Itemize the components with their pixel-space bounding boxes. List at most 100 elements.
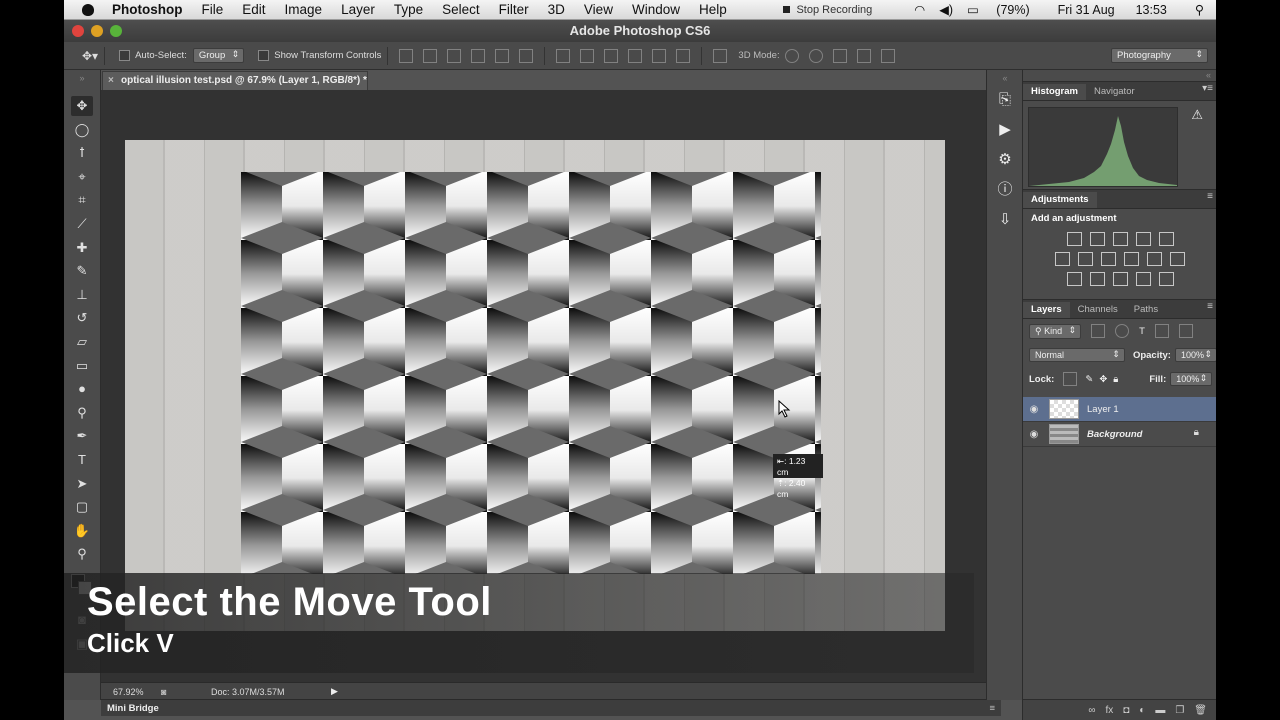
show-transform-checkbox[interactable] [258, 50, 270, 61]
photo-filter-icon[interactable] [1124, 252, 1139, 266]
dodge-tool-icon[interactable]: ⚲ [71, 403, 93, 423]
close-document-icon[interactable]: × [108, 72, 114, 90]
brush-presets-panel-icon[interactable]: ⚙ [995, 150, 1015, 170]
filter-adjustment-icon[interactable] [1115, 324, 1130, 338]
zoom-window-button[interactable] [110, 25, 122, 37]
lock-position-icon[interactable]: ✥ [1099, 374, 1107, 385]
color-lookup-icon[interactable] [1170, 252, 1185, 266]
move-tool-preset-icon[interactable]: ✥▾ [82, 49, 98, 63]
menu-help[interactable]: Help [699, 2, 727, 17]
new-group-icon[interactable]: ▬ [1155, 705, 1165, 716]
visibility-eye-icon[interactable]: ◉ [1023, 429, 1045, 440]
delete-layer-icon[interactable]: 🗑︎ [1194, 705, 1207, 716]
menu-filter[interactable]: Filter [499, 2, 529, 17]
distribute-left-icon[interactable] [628, 48, 643, 63]
apple-icon[interactable] [80, 2, 98, 17]
actions-panel-icon[interactable]: ▶ [995, 120, 1015, 140]
layer-name[interactable]: Layer 1 [1087, 404, 1119, 415]
layer-row-background[interactable]: ◉ Background 🔒︎ [1023, 422, 1216, 447]
marquee-tool-icon[interactable]: ◯ [71, 120, 93, 140]
pen-tool-icon[interactable]: ✒ [71, 426, 93, 446]
vibrance-icon[interactable] [1158, 232, 1174, 246]
align-bottom-icon[interactable] [447, 48, 462, 63]
blend-mode-dropdown[interactable]: Normal [1029, 348, 1125, 362]
right-dock-grip[interactable]: « [1023, 70, 1216, 81]
layer-style-icon[interactable]: fx [1105, 705, 1113, 716]
document-tab[interactable]: × optical illusion test.psd @ 67.9% (Lay… [102, 71, 368, 90]
selective-color-icon[interactable] [1158, 272, 1174, 286]
eraser-tool-icon[interactable]: ▱ [71, 332, 93, 352]
zoom-level[interactable]: 67.92% [113, 687, 161, 697]
distribute-top-icon[interactable] [556, 48, 571, 63]
menu-3d[interactable]: 3D [548, 2, 565, 17]
shape-tool-icon[interactable]: ▢ [71, 497, 93, 517]
layer-name[interactable]: Background [1087, 429, 1142, 440]
menu-type[interactable]: Type [394, 2, 423, 17]
3d-scale-icon[interactable] [880, 48, 895, 63]
adjustments-panel-menu-icon[interactable]: ≡ [1207, 191, 1213, 202]
distribute-vcenter-icon[interactable] [580, 48, 595, 63]
menu-file[interactable]: File [202, 2, 224, 17]
mini-bridge-tab[interactable]: Mini Bridge ≡ [101, 699, 1001, 716]
3d-slide-icon[interactable] [856, 48, 871, 63]
history-brush-tool-icon[interactable]: ↺ [71, 308, 93, 328]
fill-input[interactable]: 100% [1170, 372, 1213, 386]
wifi-icon[interactable]: ◠ [914, 2, 925, 17]
status-options-icon[interactable]: ◙ [161, 687, 175, 697]
gradient-map-icon[interactable] [1135, 272, 1151, 286]
auto-align-icon[interactable] [713, 48, 728, 63]
exposure-icon[interactable] [1135, 232, 1151, 246]
tab-layers[interactable]: Layers [1023, 302, 1070, 318]
menu-image[interactable]: Image [285, 2, 323, 17]
layer-comps-panel-icon[interactable]: ⇩ [995, 210, 1015, 230]
color-balance-icon[interactable] [1078, 252, 1093, 266]
menu-app-name[interactable]: Photoshop [112, 2, 183, 17]
layers-panel-menu-icon[interactable]: ≡ [1207, 301, 1213, 312]
auto-select-dropdown[interactable]: Group [192, 48, 245, 63]
auto-select-checkbox[interactable] [119, 50, 131, 61]
tab-adjustments[interactable]: Adjustments [1023, 192, 1097, 208]
menu-layer[interactable]: Layer [341, 2, 375, 17]
visibility-eye-icon[interactable]: ◉ [1023, 404, 1045, 415]
clock[interactable]: Fri 31 Aug 13:53 [1058, 3, 1181, 17]
type-tool-icon[interactable]: T [71, 450, 93, 470]
volume-icon[interactable]: ◀) [939, 2, 953, 17]
gradient-tool-icon[interactable]: ▭ [71, 356, 93, 376]
tab-paths[interactable]: Paths [1126, 302, 1166, 318]
curves-icon[interactable] [1112, 232, 1128, 246]
image-canvas[interactable] [125, 140, 945, 631]
layer-row-layer-1[interactable]: ◉ Layer 1 [1023, 397, 1216, 422]
tab-histogram[interactable]: Histogram [1023, 84, 1086, 100]
3d-rotate-icon[interactable] [784, 48, 799, 63]
tab-navigator[interactable]: Navigator [1086, 84, 1143, 100]
tools-panel-grip[interactable]: » [64, 70, 100, 96]
layer-kind-filter-dropdown[interactable]: ⚲ Kind [1029, 323, 1082, 339]
dock-grip[interactable]: « [987, 70, 1023, 84]
tab-channels[interactable]: Channels [1070, 302, 1126, 318]
align-top-icon[interactable] [399, 48, 414, 63]
minimize-window-button[interactable] [91, 25, 103, 37]
move-tool-icon[interactable]: ✥ [71, 96, 93, 116]
distribute-right-icon[interactable] [676, 48, 691, 63]
hand-tool-icon[interactable]: ✋ [71, 521, 93, 541]
brush-tool-icon[interactable]: ✎ [71, 261, 93, 281]
workspace-dropdown[interactable]: Photography [1111, 48, 1208, 63]
menu-edit[interactable]: Edit [242, 2, 265, 17]
filter-type-icon[interactable]: T [1139, 326, 1145, 337]
path-selection-tool-icon[interactable]: ➤ [71, 474, 93, 494]
status-menu-arrow-icon[interactable]: ▶ [331, 686, 338, 697]
close-window-button[interactable] [72, 25, 84, 37]
3d-roll-icon[interactable] [808, 48, 823, 63]
crop-tool-icon[interactable]: ⌗ [71, 190, 93, 210]
histogram-panel-menu-icon[interactable]: ▾≡ [1202, 83, 1213, 94]
mini-bridge-menu-icon[interactable]: ≡ [989, 700, 995, 717]
info-panel-icon[interactable]: ⓘ [995, 180, 1015, 200]
blur-tool-icon[interactable]: ● [71, 379, 93, 399]
align-right-icon[interactable] [519, 48, 534, 63]
align-vcenter-icon[interactable] [423, 48, 438, 63]
quick-select-tool-icon[interactable]: ⌖ [71, 167, 93, 187]
invert-icon[interactable] [1066, 272, 1082, 286]
lock-image-icon[interactable]: ✎ [1085, 374, 1093, 385]
battery-indicator[interactable]: ▭ (79%) [967, 2, 1044, 17]
zoom-tool-icon[interactable]: ⚲ [71, 544, 93, 564]
